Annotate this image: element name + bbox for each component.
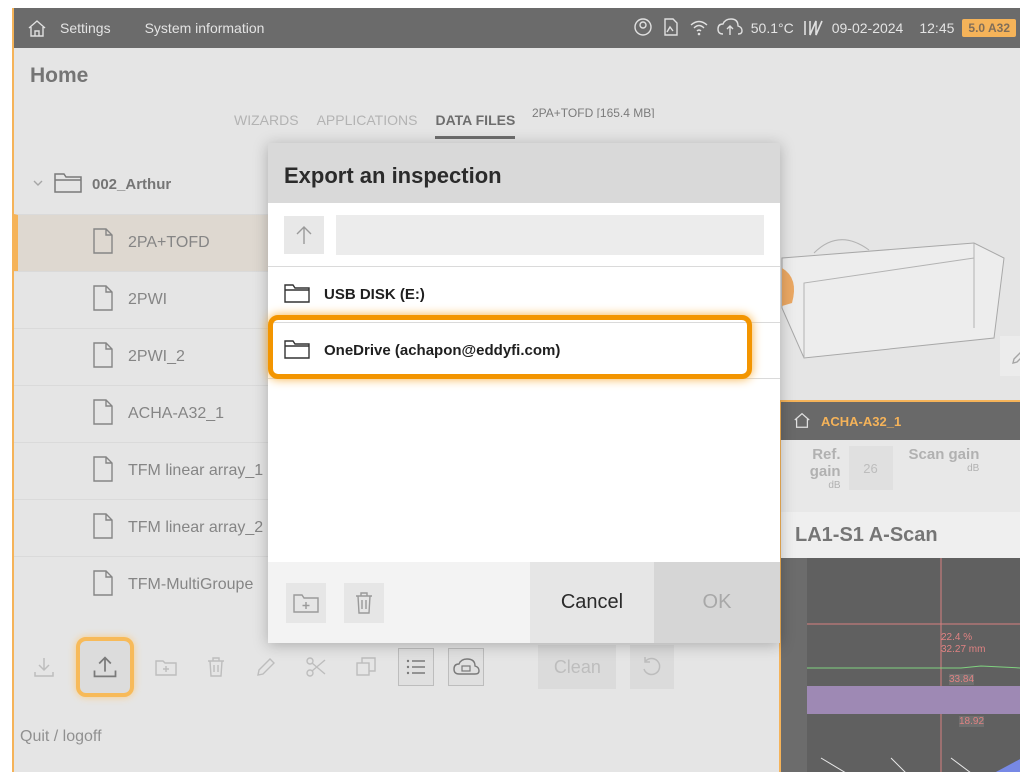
temperature: 50.1°C <box>750 20 794 36</box>
undo-icon[interactable] <box>630 645 674 689</box>
rename-icon[interactable] <box>248 648 284 686</box>
clean-button[interactable]: Clean <box>538 645 617 689</box>
path-bar <box>268 203 780 267</box>
tab-wizards[interactable]: WIZARDS <box>234 112 299 139</box>
acquisition-preview: ACHA-A32_1 Ref. gain dB 26 Scan gain dB … <box>779 400 1020 772</box>
import-icon[interactable] <box>26 648 62 686</box>
file-name: TFM linear array_1 <box>128 462 264 479</box>
ref-gain-label: Ref. gain <box>809 446 841 480</box>
ref-gain-value: 26 <box>848 446 893 490</box>
list-view-icon[interactable] <box>397 648 435 686</box>
reading-percent: 22.4 % <box>941 632 973 643</box>
ascan-title: LA1-S1 A-Scan <box>781 512 1020 558</box>
file-name: 2PA+TOFD <box>128 234 210 251</box>
tab-data-files[interactable]: DATA FILES <box>435 112 516 139</box>
folder-name: 002_Arthur <box>92 175 172 193</box>
gate-readout-2: 18.92 <box>959 716 985 727</box>
delete-icon[interactable] <box>344 582 384 623</box>
home-icon <box>793 411 811 432</box>
parent-folder-button[interactable] <box>284 215 324 254</box>
date: 09-02-2024 <box>831 20 904 36</box>
battery-icon <box>802 17 824 40</box>
file-icon <box>92 455 114 487</box>
export-dialog: Export an inspection USB DISK (E:) OneDr… <box>268 143 780 643</box>
ok-button[interactable]: OK <box>654 562 780 643</box>
reading-depth: 32.27 mm <box>941 644 986 655</box>
folder-icon <box>54 171 82 197</box>
entry-name: USB DISK (E:) <box>324 286 425 303</box>
highlight-ring <box>268 315 752 379</box>
user-icon[interactable] <box>633 17 653 40</box>
folder-icon <box>284 282 310 308</box>
tab-bar: WIZARDS APPLICATIONS DATA FILES <box>234 112 516 139</box>
top-bar: Settings System information 50.1°C 09-02… <box>14 8 1020 48</box>
wifi-icon <box>689 17 709 40</box>
dialog-footer: Cancel OK <box>268 562 780 643</box>
system-information-link[interactable]: System information <box>145 20 265 36</box>
file-name: TFM linear array_2 <box>128 519 264 536</box>
delete-icon[interactable] <box>198 648 234 686</box>
copy-icon[interactable] <box>348 648 384 686</box>
file-icon <box>92 398 114 430</box>
file-icon <box>92 341 114 373</box>
report-icon[interactable] <box>661 17 681 40</box>
file-icon <box>92 284 114 316</box>
new-folder-icon[interactable] <box>286 582 326 623</box>
ascan-plot: 22.4 % 32.27 mm 33.84 18.92 <box>781 558 1020 772</box>
tab-applications[interactable]: APPLICATIONS <box>317 112 418 139</box>
scan-gain-unit: dB <box>967 463 980 474</box>
file-name: ACHA-A32_1 <box>128 405 225 422</box>
file-name: 2PWI <box>128 291 168 308</box>
inset-file-name: ACHA-A32_1 <box>821 413 902 429</box>
cancel-button[interactable]: Cancel <box>530 562 654 643</box>
home-icon[interactable] <box>14 8 60 48</box>
file-icon <box>92 512 114 544</box>
file-name: 2PWI_2 <box>128 348 185 365</box>
chevron-down-icon[interactable] <box>32 176 44 193</box>
path-field[interactable] <box>336 214 764 255</box>
gain-panel: Ref. gain dB 26 Scan gain dB <box>781 440 1020 512</box>
cloud-upload-icon <box>717 17 743 40</box>
ref-gain-unit: dB <box>828 480 841 491</box>
dialog-title: Export an inspection <box>268 143 780 203</box>
inset-header: ACHA-A32_1 <box>781 402 1020 440</box>
file-name: TFM-MultiGroupe <box>128 576 254 593</box>
quit-logoff-button[interactable]: Quit / logoff <box>20 728 102 746</box>
device-badge: 5.0 A32 <box>962 19 1016 37</box>
settings-link[interactable]: Settings <box>60 20 111 36</box>
export-button[interactable] <box>76 637 134 697</box>
gate-readout: 33.84 <box>949 674 975 685</box>
time: 12:45 <box>919 20 955 36</box>
cut-icon[interactable] <box>298 648 334 686</box>
page-title: Home <box>30 64 89 87</box>
cloud-sync-icon[interactable] <box>448 648 485 686</box>
scan-gain: Scan gain dB <box>901 440 1020 512</box>
edit-preview-icon[interactable] <box>1000 336 1020 376</box>
file-icon <box>92 569 114 601</box>
new-folder-icon[interactable] <box>148 648 184 686</box>
ref-gain: Ref. gain dB 26 <box>781 440 901 512</box>
file-icon <box>92 227 114 259</box>
scan-gain-label: Scan gain <box>908 446 980 463</box>
